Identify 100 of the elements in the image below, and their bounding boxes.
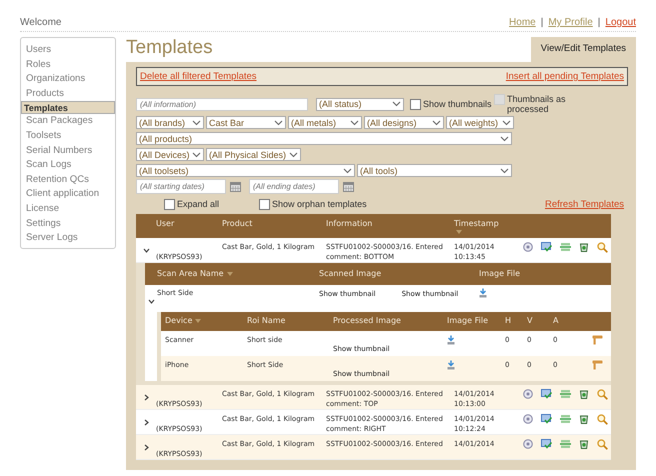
monitor-check-icon[interactable] (541, 389, 552, 399)
calendar-icon[interactable] (230, 182, 241, 192)
column-header[interactable]: Processed Image (333, 316, 401, 325)
filter-dropdown[interactable]: (All toolsets) (136, 164, 355, 177)
information-field[interactable]: (All information) (136, 98, 308, 110)
sidebar-item[interactable]: Templates (21, 101, 115, 114)
filter-dropdown[interactable]: (All status) (316, 98, 404, 110)
chevron-down-icon[interactable] (142, 247, 150, 254)
insert-pending-link[interactable]: Insert all pending Templates (506, 71, 624, 82)
column-header[interactable]: Image File (479, 269, 520, 278)
download-icon[interactable] (479, 288, 487, 298)
monitor-check-icon[interactable] (541, 242, 552, 252)
sidebar-item[interactable]: Scan Logs (21, 158, 115, 173)
sidebar-item[interactable]: Client application (21, 187, 115, 202)
sidebar-item[interactable]: Server Logs (21, 231, 115, 246)
monitor-check-icon[interactable] (541, 439, 552, 449)
sidebar-item[interactable]: Organizations (21, 72, 115, 87)
chevron-right-icon[interactable] (142, 419, 150, 426)
calendar-icon[interactable] (343, 182, 354, 192)
chevron-down-icon[interactable] (148, 298, 154, 305)
recycle-bin-icon[interactable] (579, 389, 589, 399)
search-icon[interactable] (597, 389, 608, 400)
sidebar-item[interactable]: Settings (21, 216, 115, 232)
sidebar-item[interactable]: Products (21, 86, 115, 102)
column-header[interactable]: Roi Name (247, 316, 286, 325)
download-icon[interactable] (447, 335, 455, 345)
page-title: Templates (126, 37, 213, 60)
disc-icon[interactable] (523, 414, 533, 424)
column-header[interactable]: Image File (447, 316, 488, 325)
sidebar-item[interactable]: Roles (21, 58, 115, 72)
filter-dropdown[interactable]: (All products) (136, 132, 512, 145)
sidebar-item[interactable]: Serial Numbers (21, 144, 115, 158)
date-field[interactable]: (All starting dates) (136, 179, 226, 194)
nav-link[interactable]: My Profile (548, 17, 593, 28)
caret-icon (274, 120, 283, 126)
filter-dropdown[interactable]: (All designs) (364, 116, 444, 129)
show-orphans-checkbox[interactable] (259, 199, 270, 210)
delete-filtered-link[interactable]: Delete all filtered Templates (140, 71, 257, 82)
recycle-bin-icon[interactable] (579, 439, 589, 449)
caret-icon (192, 152, 201, 158)
sort-arrow-icon[interactable] (226, 272, 233, 276)
scanner-icon[interactable] (560, 414, 571, 424)
sidebar-item[interactable]: Users (21, 43, 115, 58)
caret-icon (350, 120, 359, 126)
disc-icon[interactable] (523, 242, 533, 252)
column-header[interactable]: Product (222, 219, 252, 228)
caret-icon (392, 101, 401, 107)
separator-text: | (598, 17, 600, 28)
column-header[interactable]: H (505, 316, 512, 325)
chevron-right-icon[interactable] (142, 394, 150, 401)
welcome-text: Welcome (20, 17, 62, 28)
logout-link[interactable]: Logout (605, 17, 636, 28)
filter-dropdown[interactable]: (All weights) (446, 116, 514, 129)
sidebar-item[interactable]: Toolsets (21, 128, 115, 144)
sort-arrow-icon[interactable] (195, 318, 202, 322)
caret-icon (192, 120, 201, 126)
caret-icon (432, 120, 441, 126)
monitor-check-icon[interactable] (541, 414, 552, 424)
filter-dropdown[interactable]: (All Physical Sides) (206, 148, 301, 161)
filter-dropdown[interactable]: (All Devices) (136, 148, 204, 161)
scanner-icon[interactable] (560, 439, 571, 449)
search-icon[interactable] (597, 439, 608, 450)
column-header[interactable]: Scan Area Name (157, 269, 233, 278)
expand-all-label: Expand all (177, 199, 220, 209)
filter-dropdown[interactable]: (All brands) (136, 116, 204, 129)
disc-icon[interactable] (523, 439, 533, 449)
column-header[interactable]: Timestamp (454, 219, 499, 234)
column-header[interactable]: V (527, 316, 532, 325)
column-header[interactable]: Device (165, 316, 202, 325)
sidebar-item[interactable]: Retention QCs (21, 172, 115, 188)
column-header[interactable]: Information (326, 219, 372, 228)
show-orphans-label: Show orphan templates (272, 199, 367, 209)
hammer-icon[interactable] (592, 335, 603, 345)
column-header[interactable]: User (156, 219, 174, 228)
refresh-templates-link[interactable]: Refresh Templates (544, 199, 624, 210)
search-icon[interactable] (597, 414, 608, 425)
column-header[interactable]: Scanned Image (319, 269, 382, 278)
sort-arrow-icon[interactable] (456, 230, 462, 234)
recycle-bin-icon[interactable] (579, 242, 589, 252)
filter-dropdown[interactable]: (All tools) (357, 164, 512, 177)
sidebar-item[interactable]: License (21, 202, 115, 217)
recycle-bin-icon[interactable] (579, 414, 589, 424)
disc-icon[interactable] (523, 389, 533, 399)
show-thumbnails-checkbox[interactable] (410, 98, 421, 110)
date-field[interactable]: (All ending dates) (249, 179, 339, 194)
caret-icon (343, 168, 352, 174)
expand-all-checkbox[interactable] (164, 199, 175, 210)
scanner-icon[interactable] (560, 389, 571, 399)
nav-link[interactable]: Home (509, 17, 536, 28)
column-header[interactable]: A (553, 316, 558, 325)
view-edit-tab[interactable]: View/Edit Templates (530, 37, 636, 62)
chevron-right-icon[interactable] (142, 444, 150, 451)
search-icon[interactable] (597, 242, 608, 253)
filter-dropdown[interactable]: Cast Bar (206, 116, 286, 129)
caret-icon (500, 168, 509, 174)
sidebar-item[interactable]: Scan Packages (21, 114, 115, 129)
hammer-icon[interactable] (592, 360, 603, 370)
filter-dropdown[interactable]: (All metals) (288, 116, 362, 129)
scanner-icon[interactable] (560, 242, 571, 252)
download-icon[interactable] (447, 360, 455, 370)
